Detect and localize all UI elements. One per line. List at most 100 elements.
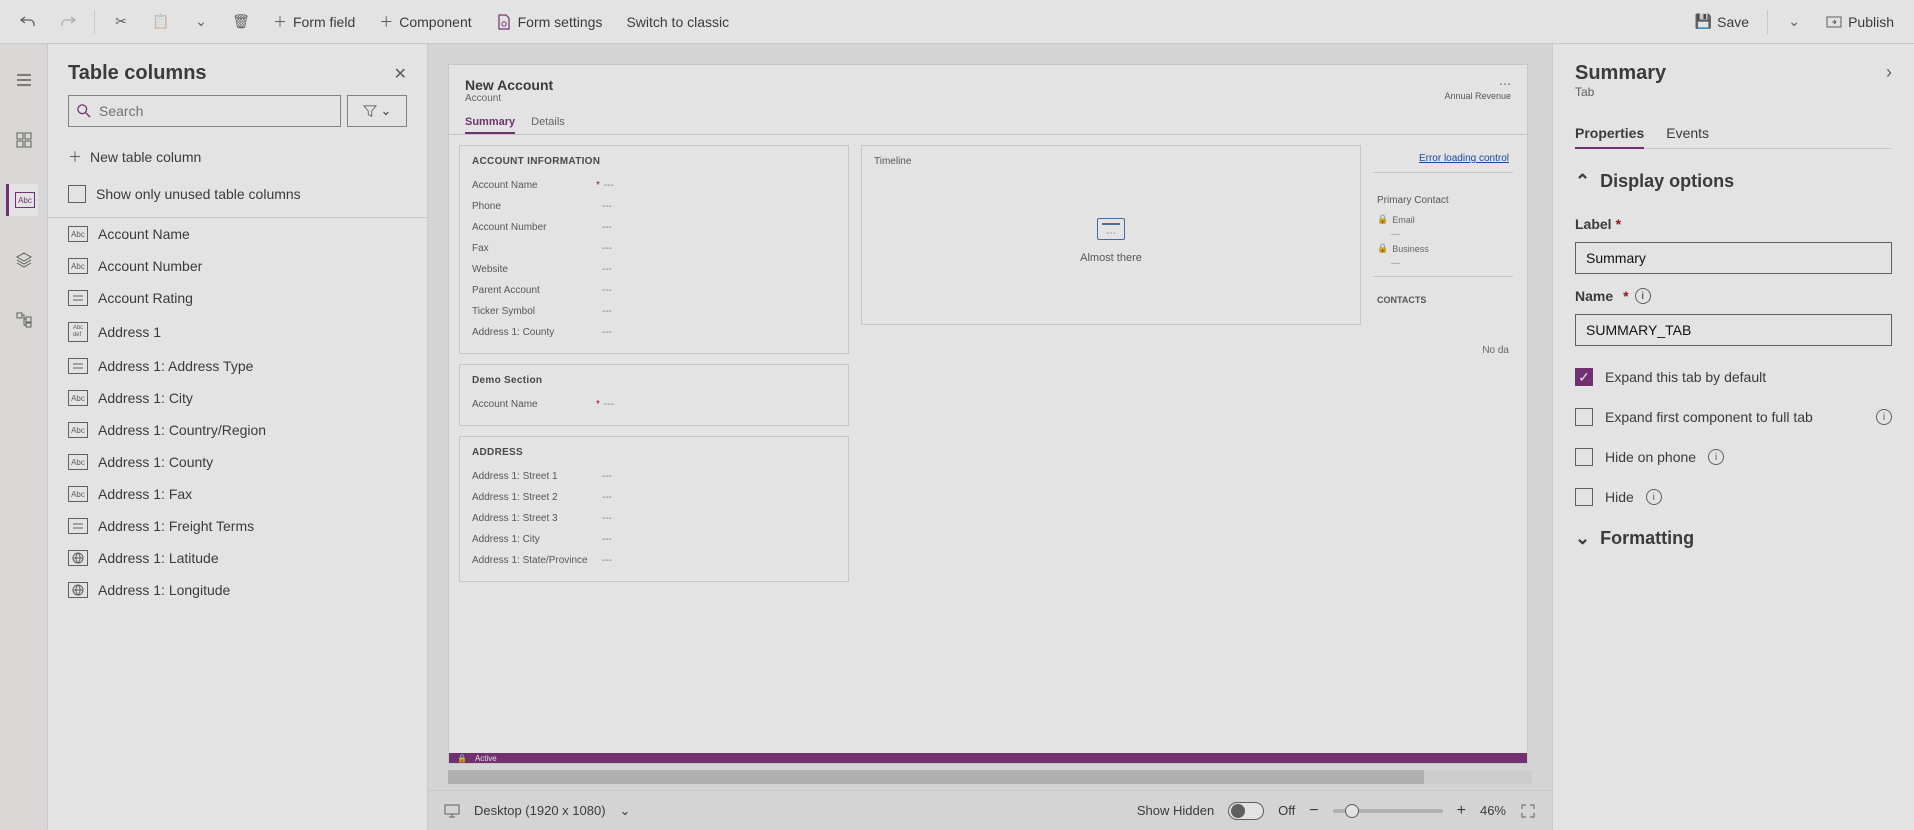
redo-button[interactable] <box>50 8 86 36</box>
field-value: --- <box>602 222 612 233</box>
search-input[interactable] <box>99 103 332 119</box>
column-label: Account Rating <box>98 290 193 306</box>
switch-classic-button[interactable]: Switch to classic <box>616 8 739 36</box>
zoom-in-button[interactable]: + <box>1457 802 1466 820</box>
hide-checkbox[interactable] <box>1575 488 1593 506</box>
save-button[interactable]: 💾Save <box>1685 8 1759 36</box>
horizontal-scrollbar[interactable] <box>448 770 1532 784</box>
info-icon[interactable]: i <box>1876 409 1892 425</box>
show-unused-checkbox[interactable] <box>68 185 86 203</box>
canvas-scroll[interactable]: New Account Account ⋯ Annual Revenue Sum… <box>428 44 1552 770</box>
form-field[interactable]: Address 1: Street 3--- <box>472 508 836 529</box>
column-item[interactable]: Address 1: Longitude <box>48 574 427 606</box>
email-value: --- <box>1377 229 1509 239</box>
new-column-button[interactable]: ＋ New table column <box>48 137 427 177</box>
components-nav[interactable] <box>8 124 40 156</box>
props-title: Summary <box>1575 62 1666 85</box>
hide-phone-checkbox[interactable] <box>1575 448 1593 466</box>
form-field[interactable]: Address 1: Street 1--- <box>472 466 836 487</box>
form-field[interactable]: Address 1: State/Province--- <box>472 550 836 571</box>
expand-first-checkbox[interactable] <box>1575 408 1593 426</box>
form-field-button[interactable]: ＋Form field <box>263 6 365 38</box>
column-item[interactable]: Address 1: Latitude <box>48 542 427 574</box>
display-options-header[interactable]: ⌃ Display options <box>1575 171 1892 192</box>
form-field[interactable]: Parent Account--- <box>472 280 836 301</box>
info-icon[interactable]: i <box>1635 288 1651 304</box>
form-tab[interactable]: Details <box>531 112 565 134</box>
delete-button[interactable]: 🗑 <box>223 8 259 36</box>
chevron-down-icon: ⌄ <box>1575 528 1590 549</box>
publish-button[interactable]: Publish <box>1816 8 1904 36</box>
publish-label: Publish <box>1848 14 1894 30</box>
search-box[interactable] <box>68 95 341 127</box>
form-field[interactable]: Account Name*--- <box>472 394 836 415</box>
form-field[interactable]: Ticker Symbol--- <box>472 301 836 322</box>
filter-button[interactable]: ⌄ <box>347 95 407 127</box>
undo-button[interactable] <box>10 8 46 36</box>
column-item[interactable]: AbcAccount Number <box>48 250 427 282</box>
timeline-card-icon <box>1097 218 1125 240</box>
column-item[interactable]: AbcAddress 1: Country/Region <box>48 414 427 446</box>
column-label: Address 1: Address Type <box>98 358 253 374</box>
save-menu-button[interactable]: ⌄ <box>1776 8 1812 36</box>
form-settings-button[interactable]: Form settings <box>486 8 613 36</box>
hamburger-button[interactable] <box>8 64 40 96</box>
form-title: New Account <box>465 77 553 93</box>
cut-button[interactable]: ✂ <box>103 8 139 36</box>
column-item[interactable]: Address 1: Address Type <box>48 350 427 382</box>
column-item[interactable]: AbcAddress 1: City <box>48 382 427 414</box>
device-label[interactable]: Desktop (1920 x 1080) <box>474 803 606 818</box>
form-surface[interactable]: New Account Account ⋯ Annual Revenue Sum… <box>448 64 1528 764</box>
zoom-slider[interactable] <box>1333 809 1443 813</box>
more-icon[interactable]: ⋯ <box>1444 77 1511 91</box>
monitor-icon <box>444 803 460 819</box>
section-timeline[interactable]: Timeline Almost there <box>861 145 1361 325</box>
column-item[interactable]: Account Rating <box>48 282 427 314</box>
section-demo[interactable]: Demo Section Account Name*--- <box>459 364 849 426</box>
column-item[interactable]: AbcdefAddress 1 <box>48 314 427 350</box>
form-field[interactable]: Address 1: Street 2--- <box>472 487 836 508</box>
form-field[interactable]: Website--- <box>472 259 836 280</box>
field-value: --- <box>602 264 612 275</box>
lock-icon: 🔒 <box>457 754 467 763</box>
form-field[interactable]: Address 1: City--- <box>472 529 836 550</box>
layers-nav[interactable] <box>8 244 40 276</box>
component-button[interactable]: ＋Component <box>369 6 481 38</box>
close-panel-button[interactable]: ✕ <box>394 64 407 84</box>
label-input[interactable] <box>1575 242 1892 274</box>
expand-panel-button[interactable]: › <box>1886 62 1892 83</box>
form-field[interactable]: Address 1: County--- <box>472 322 836 343</box>
form-field[interactable]: Phone--- <box>472 196 836 217</box>
section-account-info[interactable]: ACCOUNT INFORMATION Account Name*---Phon… <box>459 145 849 354</box>
form-tab[interactable]: Summary <box>465 112 515 134</box>
form-field[interactable]: Account Number--- <box>472 217 836 238</box>
show-hidden-toggle[interactable] <box>1228 802 1264 820</box>
chevron-down-icon[interactable]: ⌄ <box>620 803 631 819</box>
chevron-up-icon: ⌃ <box>1575 171 1590 192</box>
props-tab[interactable]: Properties <box>1575 119 1644 149</box>
display-options-label: Display options <box>1600 171 1734 192</box>
form-status-bar: 🔒 Active <box>449 753 1527 763</box>
error-link[interactable]: Error loading control <box>1419 153 1509 164</box>
section-address[interactable]: ADDRESS Address 1: Street 1---Address 1:… <box>459 436 849 582</box>
tree-nav[interactable] <box>8 304 40 336</box>
column-item[interactable]: Address 1: Freight Terms <box>48 510 427 542</box>
paste-menu-button[interactable]: ⌄ <box>183 8 219 36</box>
columns-nav[interactable]: Abc <box>6 184 38 216</box>
form-field[interactable]: Fax--- <box>472 238 836 259</box>
formatting-header[interactable]: ⌄ Formatting <box>1575 528 1892 549</box>
column-item[interactable]: AbcAddress 1: Fax <box>48 478 427 510</box>
form-field[interactable]: Account Name*--- <box>472 175 836 196</box>
expand-default-checkbox[interactable]: ✓ <box>1575 368 1593 386</box>
column-item[interactable]: AbcAddress 1: County <box>48 446 427 478</box>
chevron-down-icon: ⌄ <box>193 14 209 30</box>
column-item[interactable]: AbcAccount Name <box>48 218 427 250</box>
info-icon[interactable]: i <box>1646 489 1662 505</box>
table-columns-panel: Table columns ✕ ⌄ ＋ New table column Sho… <box>48 44 428 830</box>
paste-button[interactable]: 📋 <box>143 8 179 36</box>
props-tab[interactable]: Events <box>1666 119 1709 148</box>
fit-screen-button[interactable] <box>1520 803 1536 819</box>
zoom-out-button[interactable]: − <box>1309 802 1318 820</box>
name-input[interactable] <box>1575 314 1892 346</box>
info-icon[interactable]: i <box>1708 449 1724 465</box>
